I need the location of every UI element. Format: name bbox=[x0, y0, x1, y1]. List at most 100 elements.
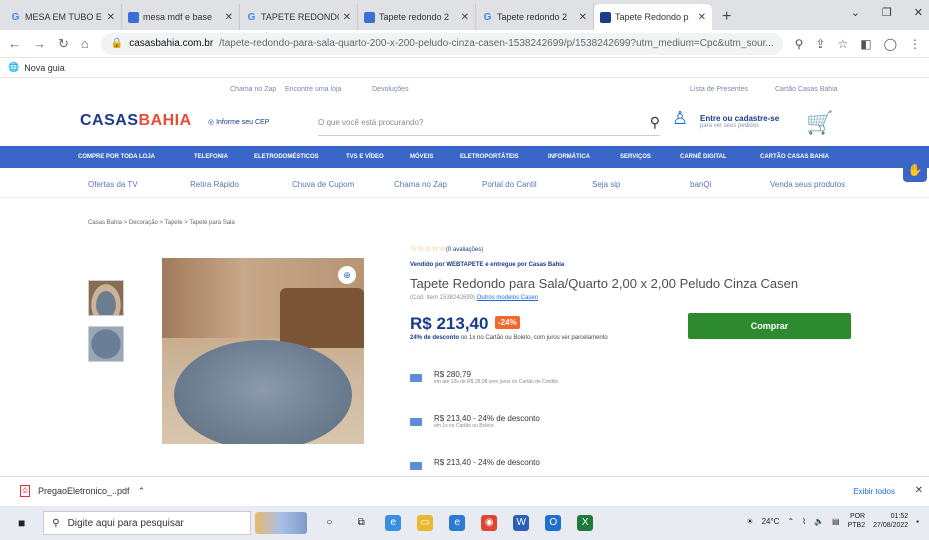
download-item[interactable]: ⎙ PregaoEletronico_..pdf ⌃ bbox=[20, 485, 145, 497]
product-main-image[interactable] bbox=[162, 258, 364, 444]
language-indicator[interactable]: POR PTB2 bbox=[848, 512, 866, 530]
subnav-item[interactable]: Portal do Cantil bbox=[482, 180, 537, 189]
tab-5[interactable]: G Tapete redondo 2 ✕ bbox=[476, 4, 594, 30]
menu-item[interactable]: CARTÃO CASAS BAHIA bbox=[760, 154, 829, 160]
search-highlight-image[interactable] bbox=[255, 512, 308, 534]
cart-icon[interactable]: 🛒 bbox=[806, 110, 833, 136]
casasbahia-logo[interactable]: CASASBAHIA bbox=[80, 112, 192, 130]
top-link[interactable]: Cartão Casas Bahia bbox=[775, 86, 838, 93]
tab-2[interactable]: mesa mdf e base ✕ bbox=[122, 4, 240, 30]
subnav-item[interactable]: Retira Rápido bbox=[190, 180, 239, 189]
profile-icon[interactable]: ◯ bbox=[884, 37, 897, 51]
search-icon[interactable]: ⚲ bbox=[650, 114, 660, 131]
payment-option[interactable]: R$ 213,40 - 24% de desconto bbox=[410, 458, 540, 470]
menu-item[interactable]: INFORMÁTICA bbox=[548, 154, 590, 160]
file-explorer-icon[interactable]: ▭ bbox=[417, 515, 434, 531]
bookmark-item[interactable]: Nova guia bbox=[24, 63, 65, 73]
chevron-up-icon[interactable]: ⌃ bbox=[787, 517, 794, 526]
payment-option[interactable]: R$ 280,79 em até 10x de R$ 28,08 sem juro… bbox=[410, 370, 558, 385]
url-field[interactable]: 🔒 casasbahia.com.br/tapete-redondo-para-… bbox=[100, 32, 783, 55]
weather-icon[interactable]: ☀ bbox=[746, 517, 753, 526]
login-link[interactable]: ♙ Entre ou cadastre-se para ver seus ped… bbox=[672, 108, 779, 134]
subnav-item[interactable]: Ofertas da TV bbox=[88, 180, 138, 189]
zoom-icon[interactable]: ⊕ bbox=[338, 266, 356, 284]
notification-icon[interactable]: ▤ bbox=[832, 517, 840, 526]
restore-icon[interactable]: ❐ bbox=[882, 6, 892, 19]
volume-icon[interactable]: 🔈 bbox=[814, 517, 824, 526]
share-icon[interactable]: ⇪ bbox=[815, 37, 825, 51]
menu-item[interactable]: MÓVEIS bbox=[410, 154, 433, 160]
new-tab-button[interactable]: + bbox=[712, 8, 741, 30]
task-view-icon[interactable]: ⧉ bbox=[353, 515, 369, 531]
excel-icon[interactable]: X bbox=[577, 515, 594, 531]
menu-item[interactable]: CARNÊ DIGITAL bbox=[680, 154, 727, 160]
search-icon: ⚲ bbox=[52, 517, 60, 529]
star-icon[interactable]: ☆ bbox=[837, 37, 848, 51]
top-link[interactable]: Chama no Zap bbox=[230, 86, 276, 93]
close-icon[interactable]: ✕ bbox=[461, 12, 469, 23]
sidepanel-icon[interactable]: ◧ bbox=[860, 37, 871, 51]
taskbar-search[interactable]: ⚲ Digite aqui para pesquisar bbox=[43, 511, 252, 535]
close-window-icon[interactable]: ✕ bbox=[914, 6, 923, 19]
reload-icon[interactable]: ↻ bbox=[58, 36, 69, 52]
other-models-link[interactable]: Outros modelos Casen bbox=[477, 295, 538, 301]
menu-item[interactable]: ELETRODOMÉSTICOS bbox=[254, 154, 319, 160]
back-icon[interactable]: ← bbox=[8, 36, 21, 51]
chevron-down-icon[interactable]: ⌄ bbox=[851, 6, 860, 19]
edge-browser-icon[interactable]: e bbox=[449, 515, 466, 531]
mercadolivre-icon bbox=[128, 11, 139, 23]
windows-start-icon[interactable]: ■ bbox=[18, 516, 25, 530]
seller-info[interactable]: Vendido por WEBTAPETE e entregue por Cas… bbox=[410, 262, 564, 268]
temperature[interactable]: 24°C bbox=[762, 517, 780, 526]
tab-4[interactable]: Tapete redondo 2 ✕ bbox=[358, 4, 476, 30]
browser-tab-bar: G MESA EM TUBO E ✕ mesa mdf e base ✕ G TAPET… bbox=[0, 0, 929, 30]
product-thumbnail[interactable] bbox=[88, 280, 124, 316]
breadcrumb[interactable]: Casas Bahia > Decoração > Tapete > Tapet… bbox=[88, 220, 235, 226]
menu-item[interactable]: SERVIÇOS bbox=[620, 154, 651, 160]
close-icon[interactable]: ✕ bbox=[915, 485, 923, 496]
product-thumbnail[interactable] bbox=[88, 326, 124, 362]
cep-link[interactable]: ◎ Informe seu CEP bbox=[208, 118, 269, 126]
close-icon[interactable]: ✕ bbox=[343, 12, 351, 23]
close-icon[interactable]: ✕ bbox=[579, 12, 587, 23]
subnav-item[interactable]: banQi bbox=[690, 180, 711, 189]
close-icon[interactable]: ✕ bbox=[107, 12, 115, 23]
clock[interactable]: 01:52 27/08/2022 bbox=[873, 512, 908, 530]
menu-item[interactable]: TVS E VÍDEO bbox=[346, 154, 384, 160]
top-link[interactable]: Devoluções bbox=[372, 86, 409, 93]
chevron-up-icon[interactable]: ⌃ bbox=[138, 486, 146, 497]
top-link[interactable]: Lista de Presentes bbox=[690, 86, 748, 93]
menu-item[interactable]: COMPRE POR TODA LOJA bbox=[78, 154, 155, 160]
rating[interactable]: ☆☆☆☆☆(0 avaliações) bbox=[410, 244, 483, 253]
edge-icon[interactable]: e bbox=[385, 515, 402, 531]
close-icon[interactable]: ✕ bbox=[225, 12, 233, 23]
search-icon[interactable]: ⚲ bbox=[795, 37, 804, 51]
chrome-icon[interactable]: ◉ bbox=[481, 515, 498, 531]
menu-item[interactable]: TELEFONIA bbox=[194, 154, 228, 160]
top-link[interactable]: Encontre uma loja bbox=[285, 86, 341, 93]
action-center-icon[interactable]: ▪ bbox=[916, 517, 919, 526]
tab-1[interactable]: G MESA EM TUBO E ✕ bbox=[4, 4, 122, 30]
home-icon[interactable]: ⌂ bbox=[81, 36, 89, 51]
outlook-icon[interactable]: O bbox=[545, 515, 562, 531]
buy-button[interactable]: Comprar bbox=[688, 313, 851, 339]
menu-icon[interactable]: ⋮ bbox=[909, 37, 921, 51]
subnav-item[interactable]: Seja sip bbox=[592, 180, 620, 189]
network-icon[interactable]: ⌇ bbox=[802, 517, 806, 526]
show-all-link[interactable]: Exibir todos bbox=[853, 487, 895, 496]
rating-stars: ☆☆☆☆☆ bbox=[410, 244, 446, 253]
tab-3[interactable]: G TAPETE REDONDO ✕ bbox=[240, 4, 358, 30]
cortana-icon[interactable]: ○ bbox=[321, 515, 337, 531]
subnav-item[interactable]: Chuva de Cupom bbox=[292, 180, 354, 189]
close-icon[interactable]: ✕ bbox=[698, 12, 706, 23]
search-input[interactable]: O que você está procurando? ⚲ bbox=[318, 110, 660, 136]
image-chair bbox=[280, 288, 364, 348]
menu-item[interactable]: ELETROPORTÁTEIS bbox=[460, 154, 519, 160]
tab-6-active[interactable]: Tapete Redondo p ✕ bbox=[594, 4, 712, 30]
payment-option[interactable]: R$ 213,40 - 24% de desconto em 1x no Cart… bbox=[410, 414, 540, 429]
word-icon[interactable]: W bbox=[513, 515, 530, 531]
forward-icon[interactable]: → bbox=[33, 36, 46, 51]
subnav-item[interactable]: Venda seus produtos bbox=[770, 180, 845, 189]
clock-time: 01:52 bbox=[890, 513, 909, 520]
subnav-item[interactable]: Chama no Zap bbox=[394, 180, 447, 189]
